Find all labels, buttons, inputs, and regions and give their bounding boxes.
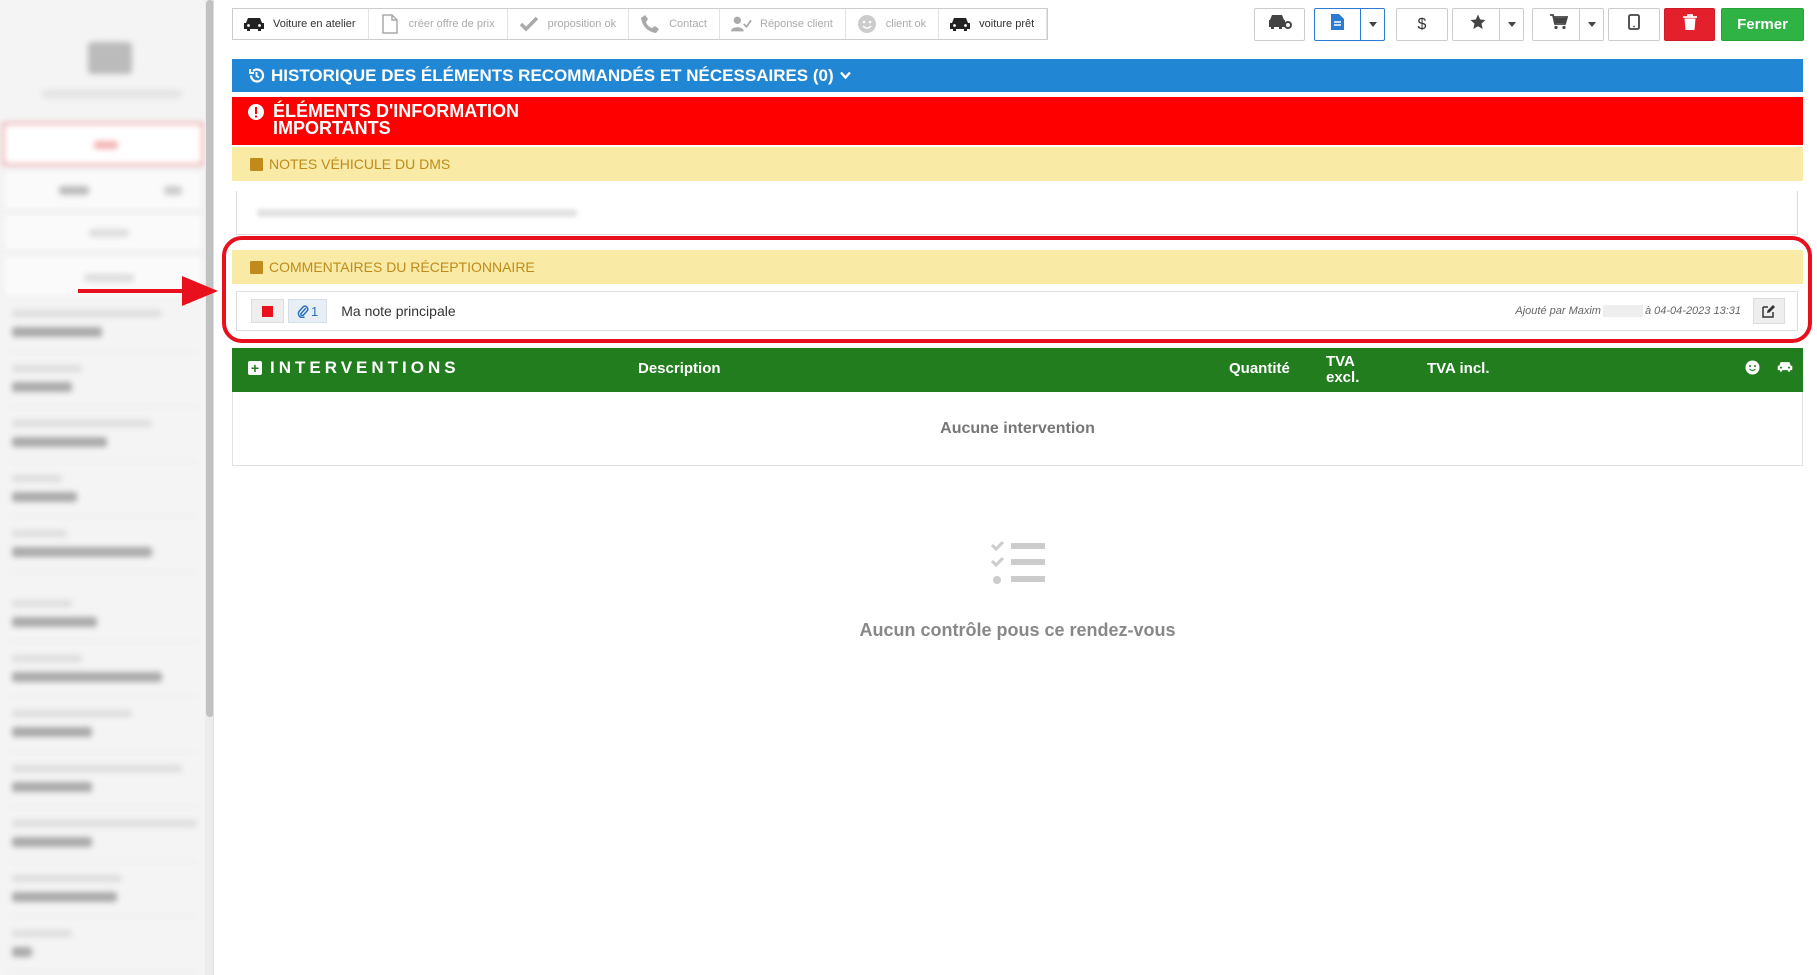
chevron-down-icon: [1507, 22, 1516, 27]
step-contact[interactable]: Contact: [629, 9, 720, 39]
sidebar-field: [8, 590, 198, 642]
tablet-button[interactable]: [1608, 8, 1660, 41]
no-checks-message: Aucun contrôle pous ce rendez-vous: [859, 620, 1176, 640]
interventions-body: Aucune intervention: [232, 392, 1803, 466]
history-bar[interactable]: HISTORIQUE DES ÉLÉMENTS RECOMMANDÉS ET N…: [232, 59, 1803, 92]
chevron-down-icon: [1587, 22, 1596, 27]
sidebar-scrollbar-thumb[interactable]: [206, 0, 213, 717]
cart-dropdown-toggle[interactable]: [1579, 9, 1603, 40]
sidebar-field: [8, 700, 198, 752]
sidebar-field: [8, 355, 198, 407]
phone-icon: [639, 13, 661, 35]
step-creer-offre[interactable]: créer offre de prix: [369, 9, 508, 39]
step-label: créer offre de prix: [408, 18, 495, 30]
close-button[interactable]: Fermer: [1721, 8, 1804, 41]
car-icon: [1777, 360, 1793, 377]
column-tva-incl: TVA incl.: [1427, 360, 1490, 377]
tablet-icon: [1628, 14, 1640, 35]
step-proposition-ok[interactable]: proposition ok: [508, 9, 630, 39]
column-tva-excl: TVA excl.: [1326, 353, 1360, 386]
car-icon: [243, 13, 265, 35]
document-icon: [379, 13, 401, 35]
favorite-dropdown-button[interactable]: [1452, 8, 1524, 41]
column-description: Description: [638, 360, 721, 377]
sidebar-field: [8, 520, 198, 572]
dms-notes-header[interactable]: NOTES VÉHICULE DU DMS: [232, 147, 1803, 181]
note-icon: [250, 157, 263, 171]
user-check-icon: [730, 13, 752, 35]
step-label: proposition ok: [547, 18, 617, 30]
step-reponse-client[interactable]: Réponse client: [720, 9, 846, 39]
dms-notes-label: NOTES VÉHICULE DU DMS: [269, 156, 451, 172]
no-interventions-message: Aucune intervention: [940, 419, 1095, 437]
step-voiture-pret[interactable]: voiture prêt: [939, 9, 1048, 39]
avatar: [88, 42, 132, 74]
sidebar-field: [8, 920, 198, 972]
sidebar-item[interactable]: [3, 170, 203, 210]
chevron-down-icon: [1368, 22, 1377, 27]
document-dropdown-toggle[interactable]: [1360, 9, 1384, 40]
document-dropdown-button[interactable]: [1314, 8, 1385, 41]
history-icon: [248, 67, 265, 84]
important-info-label: ÉLÉMENTS D'INFORMATION IMPORTANTS: [273, 101, 519, 138]
trash-icon: [1682, 14, 1697, 35]
sidebar-field: [8, 645, 198, 697]
exclamation-icon: [248, 104, 264, 123]
step-label: Voiture en atelier: [273, 18, 356, 30]
interventions-label: INTERVENTIONS: [270, 358, 460, 377]
sidebar-field: [8, 465, 198, 517]
step-label: client ok: [885, 18, 927, 30]
interventions-title[interactable]: + INTERVENTIONS: [248, 358, 460, 378]
interventions-header: + INTERVENTIONS Description Quantité TVA…: [232, 348, 1803, 392]
important-info-bar[interactable]: ÉLÉMENTS D'INFORMATION IMPORTANTS: [232, 97, 1803, 145]
smile-icon: [1745, 360, 1760, 379]
cart-icon: [1550, 14, 1569, 35]
sidebar-active-item[interactable]: [3, 123, 203, 165]
step-label: Contact: [669, 18, 707, 30]
car-key-button[interactable]: [1254, 8, 1305, 41]
sidebar-field: [8, 865, 198, 917]
status-steps-bar: Voiture en atelier créer offre de prix p…: [232, 8, 1049, 40]
car-key-icon: [1267, 12, 1293, 37]
step-voiture-en-atelier[interactable]: Voiture en atelier: [233, 9, 369, 39]
sidebar-item[interactable]: [3, 213, 203, 251]
delete-button[interactable]: [1664, 8, 1715, 41]
sidebar-subtitle: [42, 90, 182, 98]
highlight-outline: [222, 236, 1812, 343]
favorite-dropdown-toggle[interactable]: [1499, 9, 1523, 40]
history-label: HISTORIQUE DES ÉLÉMENTS RECOMMANDÉS ET N…: [271, 65, 834, 85]
file-icon: [1331, 14, 1344, 35]
step-label: Réponse client: [760, 18, 833, 30]
step-client-ok[interactable]: client ok: [846, 9, 940, 39]
smile-icon: [856, 13, 878, 35]
plus-square-icon[interactable]: +: [248, 361, 262, 375]
annotation-arrow-icon: [78, 276, 218, 306]
sidebar: [0, 0, 214, 975]
column-quantity: Quantité: [1229, 360, 1290, 377]
car-icon: [949, 13, 971, 35]
sidebar-field: [8, 755, 198, 807]
checklist-icon: [990, 540, 1045, 584]
dms-note-text-redacted: [257, 209, 577, 217]
cart-dropdown-button[interactable]: [1532, 8, 1604, 41]
step-label: voiture prêt: [979, 18, 1035, 30]
dollar-icon: $: [1417, 15, 1427, 33]
dms-notes-content: [236, 191, 1798, 235]
check-icon: [518, 13, 540, 35]
sidebar-field: [8, 410, 198, 462]
chevron-down-icon: [839, 71, 851, 80]
star-icon: [1470, 14, 1486, 35]
sidebar-field: [8, 810, 198, 862]
price-button[interactable]: $: [1396, 8, 1448, 41]
